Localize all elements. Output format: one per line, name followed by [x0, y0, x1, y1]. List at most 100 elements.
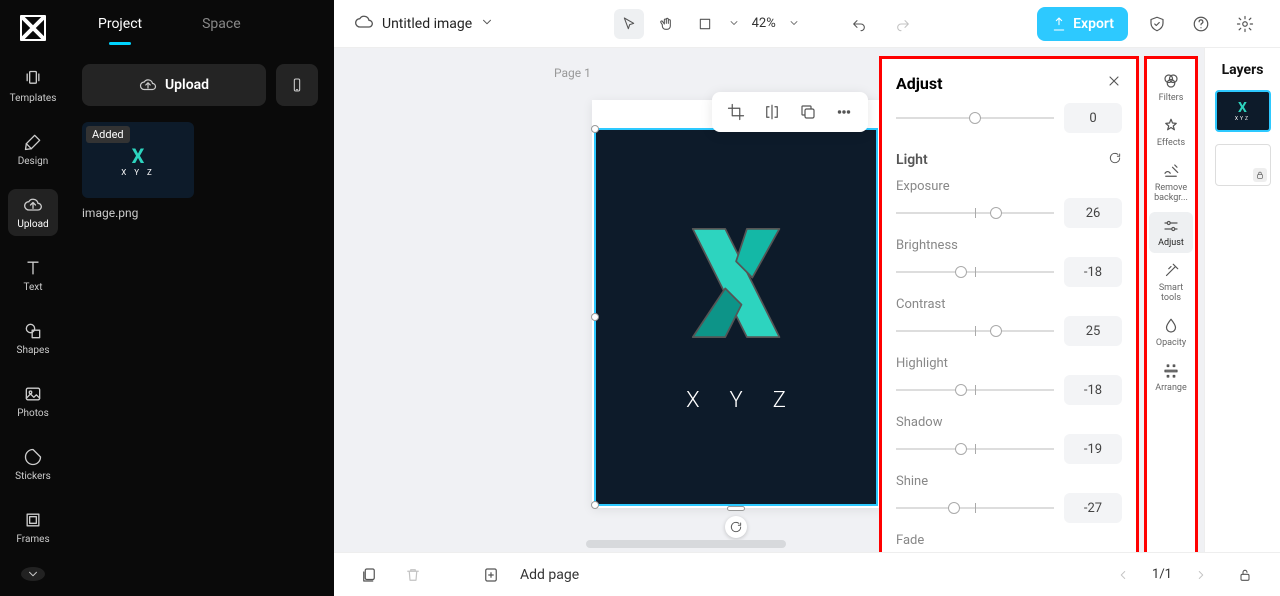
tab-space[interactable]: Space — [202, 4, 241, 44]
nav-frames[interactable]: Frames — [8, 504, 58, 551]
tool-crop-menu[interactable] — [690, 9, 720, 39]
nav-design[interactable]: Design — [8, 126, 58, 173]
slider-brightness-value[interactable]: -18 — [1064, 257, 1122, 287]
tab-project[interactable]: Project — [98, 4, 142, 44]
tool-hand[interactable] — [652, 9, 682, 39]
slider-exposure-value[interactable]: 26 — [1064, 198, 1122, 228]
nav-shapes[interactable]: Shapes — [8, 315, 58, 362]
slider-top-value[interactable]: 0 — [1064, 103, 1122, 133]
slider-shine[interactable] — [896, 498, 1054, 518]
export-label: Export — [1073, 16, 1114, 32]
rail-arrange[interactable]: Arrange — [1149, 357, 1193, 398]
nav-photos[interactable]: Photos — [8, 378, 58, 425]
more-icon[interactable] — [828, 96, 860, 128]
redo-button[interactable] — [888, 9, 918, 39]
app-root: Templates Design Upload Text Shapes Phot… — [0, 0, 1280, 596]
slider-shine-value[interactable]: -27 — [1064, 493, 1122, 523]
next-page[interactable] — [1186, 560, 1216, 590]
chevron-down-icon[interactable] — [728, 14, 740, 33]
slider-highlight-value[interactable]: -18 — [1064, 375, 1122, 405]
nav-more-button[interactable] — [21, 567, 45, 581]
asset-thumbnail: Added X X Y Z — [82, 122, 194, 198]
slider-exposure[interactable] — [896, 203, 1054, 223]
slider-label: Shadow — [896, 415, 942, 430]
close-icon[interactable] — [1106, 73, 1122, 93]
settings-icon[interactable] — [1230, 9, 1260, 39]
delete-icon[interactable] — [398, 560, 428, 590]
rail-filters[interactable]: Filters — [1149, 67, 1193, 108]
image-logo-text: XYZ — [656, 388, 816, 413]
resize-handle-tl[interactable] — [591, 125, 599, 133]
copy-icon[interactable] — [792, 96, 824, 128]
horizontal-scrollbar[interactable] — [586, 540, 904, 548]
slider-top[interactable] — [896, 108, 1054, 128]
cloud-icon — [354, 12, 374, 36]
resize-handle-l[interactable] — [591, 313, 599, 321]
layer-image[interactable]: X XYZ — [1215, 90, 1271, 132]
resize-handle-b[interactable] — [727, 506, 745, 511]
nav-text[interactable]: Text — [8, 252, 58, 299]
slider-brightness[interactable] — [896, 262, 1054, 282]
zoom-level[interactable]: 42% — [748, 16, 780, 31]
asset-item[interactable]: Added X X Y Z image.png — [66, 122, 334, 220]
shield-icon[interactable] — [1142, 9, 1172, 39]
crop-icon[interactable] — [720, 96, 752, 128]
help-icon[interactable] — [1186, 9, 1216, 39]
chevron-down-icon[interactable] — [788, 14, 800, 33]
left-nav-rail: Templates Design Upload Text Shapes Phot… — [0, 0, 66, 596]
slider-label: Brightness — [896, 238, 958, 253]
layers-panel: Layers X XYZ — [1204, 48, 1280, 552]
resize-handle-bl[interactable] — [591, 501, 599, 509]
rail-adjust[interactable]: Adjust — [1149, 212, 1193, 253]
page-indicator: 1/1 — [1152, 567, 1172, 582]
slider-label: Shine — [896, 474, 928, 489]
rail-opacity[interactable]: Opacity — [1149, 312, 1193, 353]
upload-button[interactable]: Upload — [82, 64, 266, 106]
doc-title[interactable]: Untitled image — [382, 16, 472, 32]
export-button[interactable]: Export — [1037, 7, 1128, 41]
flip-icon[interactable] — [756, 96, 788, 128]
rotate-handle[interactable] — [725, 516, 747, 538]
selected-image[interactable]: XYZ — [596, 130, 876, 504]
app-logo[interactable] — [17, 12, 49, 47]
nav-templates[interactable]: Templates — [8, 63, 58, 110]
chevron-down-icon[interactable] — [480, 15, 494, 33]
main-column: Untitled image 42% Export Pag — [334, 0, 1280, 596]
prev-page[interactable] — [1108, 560, 1138, 590]
reset-icon[interactable] — [1108, 151, 1122, 169]
adjust-title: Adjust — [896, 74, 943, 93]
lock-page-icon[interactable] — [1230, 560, 1260, 590]
nav-stickers[interactable]: Stickers — [8, 441, 58, 488]
right-tool-rail: Filters Effects Remove backgr... Adjust … — [1144, 56, 1198, 552]
nav-photos-label: Photos — [17, 408, 49, 419]
slider-contrast-value[interactable]: 25 — [1064, 316, 1122, 346]
image-content: XYZ — [656, 218, 816, 413]
bottom-bar: Add page 1/1 — [334, 552, 1280, 596]
pages-icon[interactable] — [354, 560, 384, 590]
slider-highlight[interactable] — [896, 380, 1054, 400]
tool-select[interactable] — [614, 9, 644, 39]
asset-mini-logo: X — [132, 144, 145, 168]
add-page-icon[interactable] — [476, 560, 506, 590]
nav-upload[interactable]: Upload — [8, 189, 58, 236]
device-upload-button[interactable] — [276, 64, 318, 106]
workspace: Page 1 — [334, 48, 1280, 552]
rail-effects[interactable]: Effects — [1149, 112, 1193, 153]
add-page-label[interactable]: Add page — [520, 567, 579, 583]
undo-button[interactable] — [844, 9, 874, 39]
layers-title: Layers — [1222, 62, 1264, 78]
canvas-page[interactable]: XYZ — [592, 100, 880, 508]
slider-label: Contrast — [896, 297, 946, 312]
slider-label: Highlight — [896, 356, 948, 371]
slider-label: Exposure — [896, 179, 950, 194]
upload-button-label: Upload — [165, 77, 209, 93]
slider-contrast[interactable] — [896, 321, 1054, 341]
layer-background[interactable] — [1215, 144, 1271, 186]
slider-shadow[interactable] — [896, 439, 1054, 459]
canvas-area[interactable]: Page 1 — [334, 48, 1204, 552]
slider-shadow-value[interactable]: -19 — [1064, 434, 1122, 464]
rail-smart-tools[interactable]: Smart tools — [1149, 257, 1193, 308]
lock-icon — [1253, 168, 1267, 182]
nav-stickers-label: Stickers — [15, 471, 51, 482]
rail-remove-bg[interactable]: Remove backgr... — [1149, 157, 1193, 208]
